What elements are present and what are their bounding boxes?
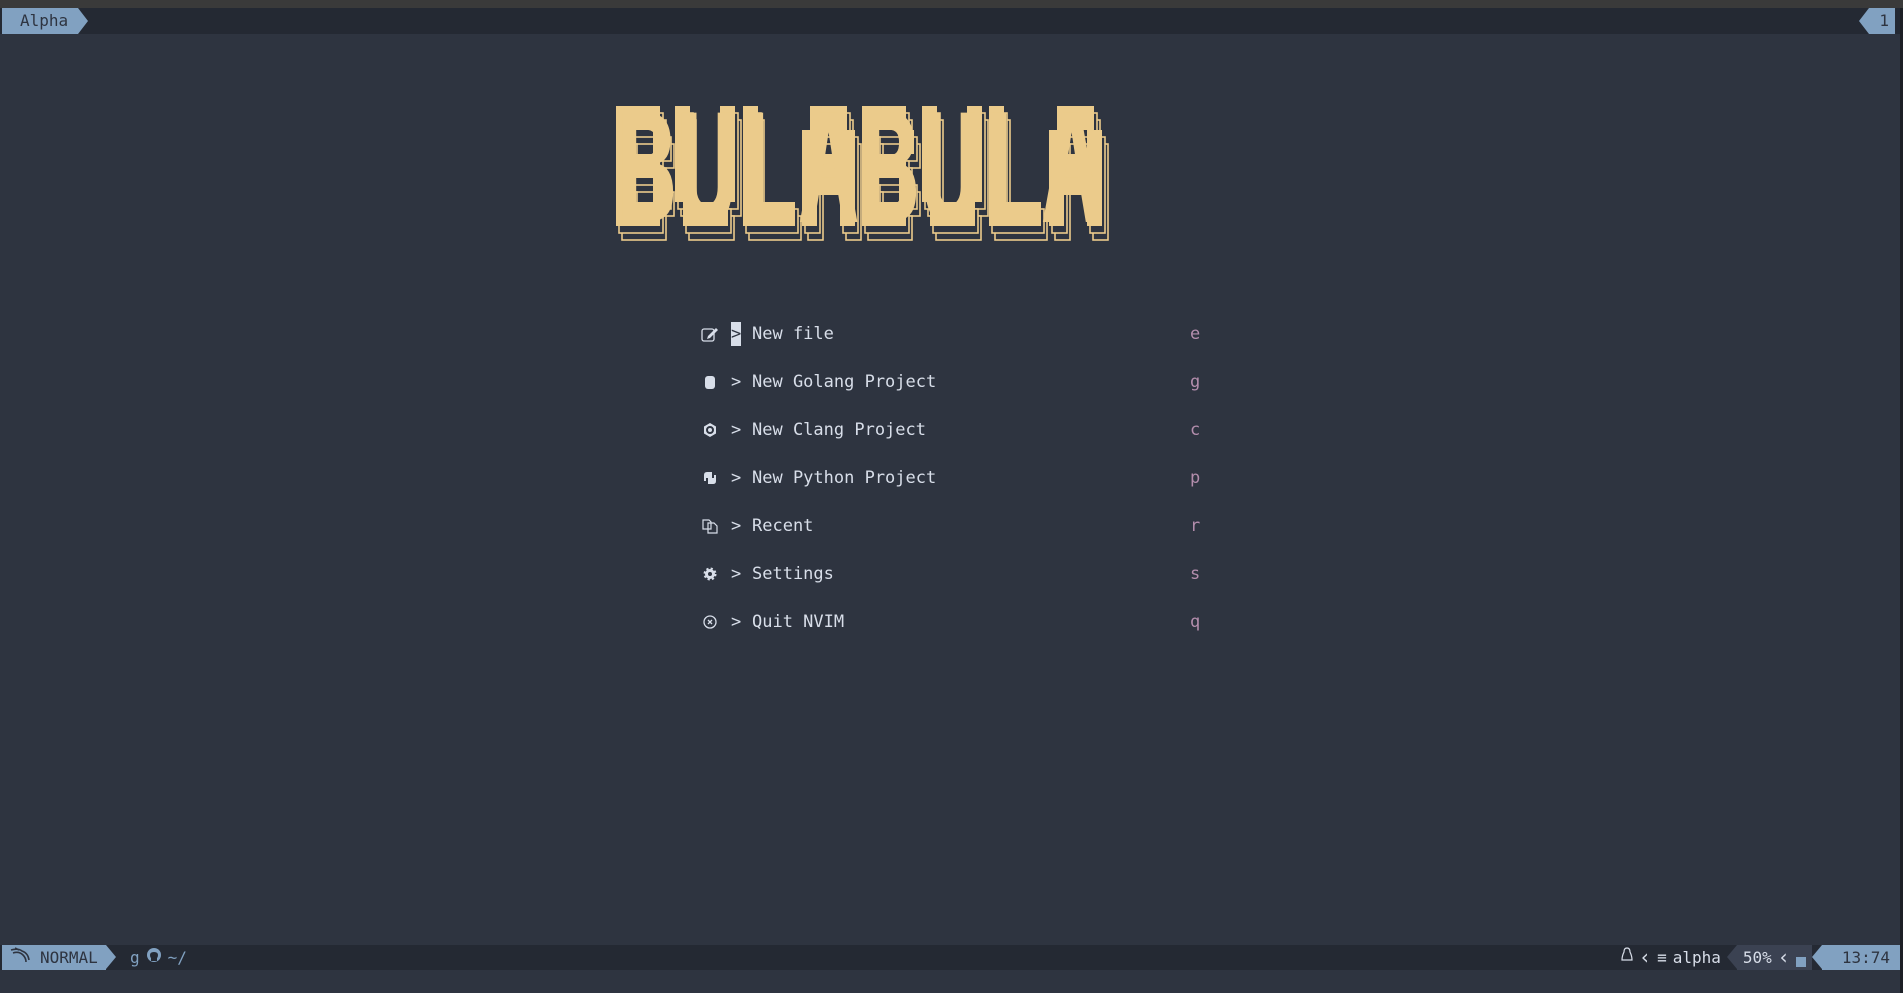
menu-prefix: > (731, 468, 742, 488)
menu-item-label: New Golang Project (752, 372, 937, 392)
git-info: g ~/ (130, 945, 187, 970)
menu-prefix: > (731, 322, 742, 346)
branch-label: g (130, 948, 140, 967)
mode-label: NORMAL (40, 948, 98, 967)
menu-prefix: > (731, 420, 742, 440)
shortcut-key: r (1190, 516, 1201, 536)
menu-item-label: New Python Project (752, 468, 937, 488)
python-icon (700, 466, 720, 490)
menu-item-c[interactable]: > New Clang Project c (700, 418, 1210, 442)
menu-item-label: New file (752, 324, 834, 344)
cursor-position: 13:74 (1811, 945, 1900, 970)
position-label: 13:74 (1841, 948, 1890, 967)
filetype-icon: ≡ (1657, 948, 1667, 967)
menu-prefix: > (731, 564, 742, 584)
close-circle-icon (700, 610, 720, 634)
mode-indicator: NORMAL (2, 945, 116, 970)
shortcut-key: g (1190, 372, 1201, 392)
scrollbar-indicator (1795, 956, 1806, 967)
menu-item-label: Recent (752, 516, 814, 536)
linux-icon (1621, 945, 1633, 970)
percent-segment: 50% ‹ (1726, 945, 1812, 970)
shortcut-key: p (1190, 468, 1201, 488)
gear-icon (700, 562, 720, 586)
menu-prefix: > (731, 516, 742, 536)
separator-icon: ‹ (1777, 945, 1790, 969)
menu-item-s[interactable]: > Settings s (700, 562, 1210, 586)
statusline: NORMAL g ~/ ‹ ≡ alpha 50% ‹ 13:74 (0, 945, 1900, 970)
gopher-icon (700, 370, 720, 394)
banner-bulabula: BULABULA (616, 84, 1109, 258)
menu-item-p[interactable]: > New Python Project p (700, 466, 1210, 490)
shortcut-key: q (1190, 612, 1201, 632)
menu-item-q[interactable]: > Quit NVIM q (700, 610, 1210, 634)
percent-label: 50% (1742, 948, 1772, 967)
menu-item-g[interactable]: > New Golang Project g (700, 370, 1210, 394)
github-icon (146, 945, 162, 970)
c-language-icon (700, 418, 720, 442)
filetype-label: alpha (1672, 948, 1721, 967)
menu-item-e[interactable]: > New file e (700, 322, 1210, 346)
menu-item-r[interactable]: > Recent r (700, 514, 1210, 538)
menu-item-label: Settings (752, 564, 834, 584)
recent-files-icon (700, 514, 720, 538)
edit-icon (700, 322, 720, 346)
shortcut-key: e (1190, 324, 1201, 344)
shortcut-key: s (1190, 564, 1201, 584)
banner-text: BULABULA (616, 84, 1102, 258)
separator-icon: ‹ (1639, 945, 1652, 969)
dragon-icon (10, 945, 32, 970)
cwd-label: ~/ (167, 948, 187, 967)
menu-item-label: Quit NVIM (752, 612, 845, 632)
menu-prefix: > (731, 612, 742, 632)
command-line[interactable] (0, 970, 1900, 993)
menu-item-label: New Clang Project (752, 420, 926, 440)
menu-prefix: > (731, 372, 742, 392)
statusline-right: ‹ ≡ alpha 50% ‹ 13:74 (1615, 945, 1900, 970)
shortcut-key: c (1190, 420, 1201, 440)
